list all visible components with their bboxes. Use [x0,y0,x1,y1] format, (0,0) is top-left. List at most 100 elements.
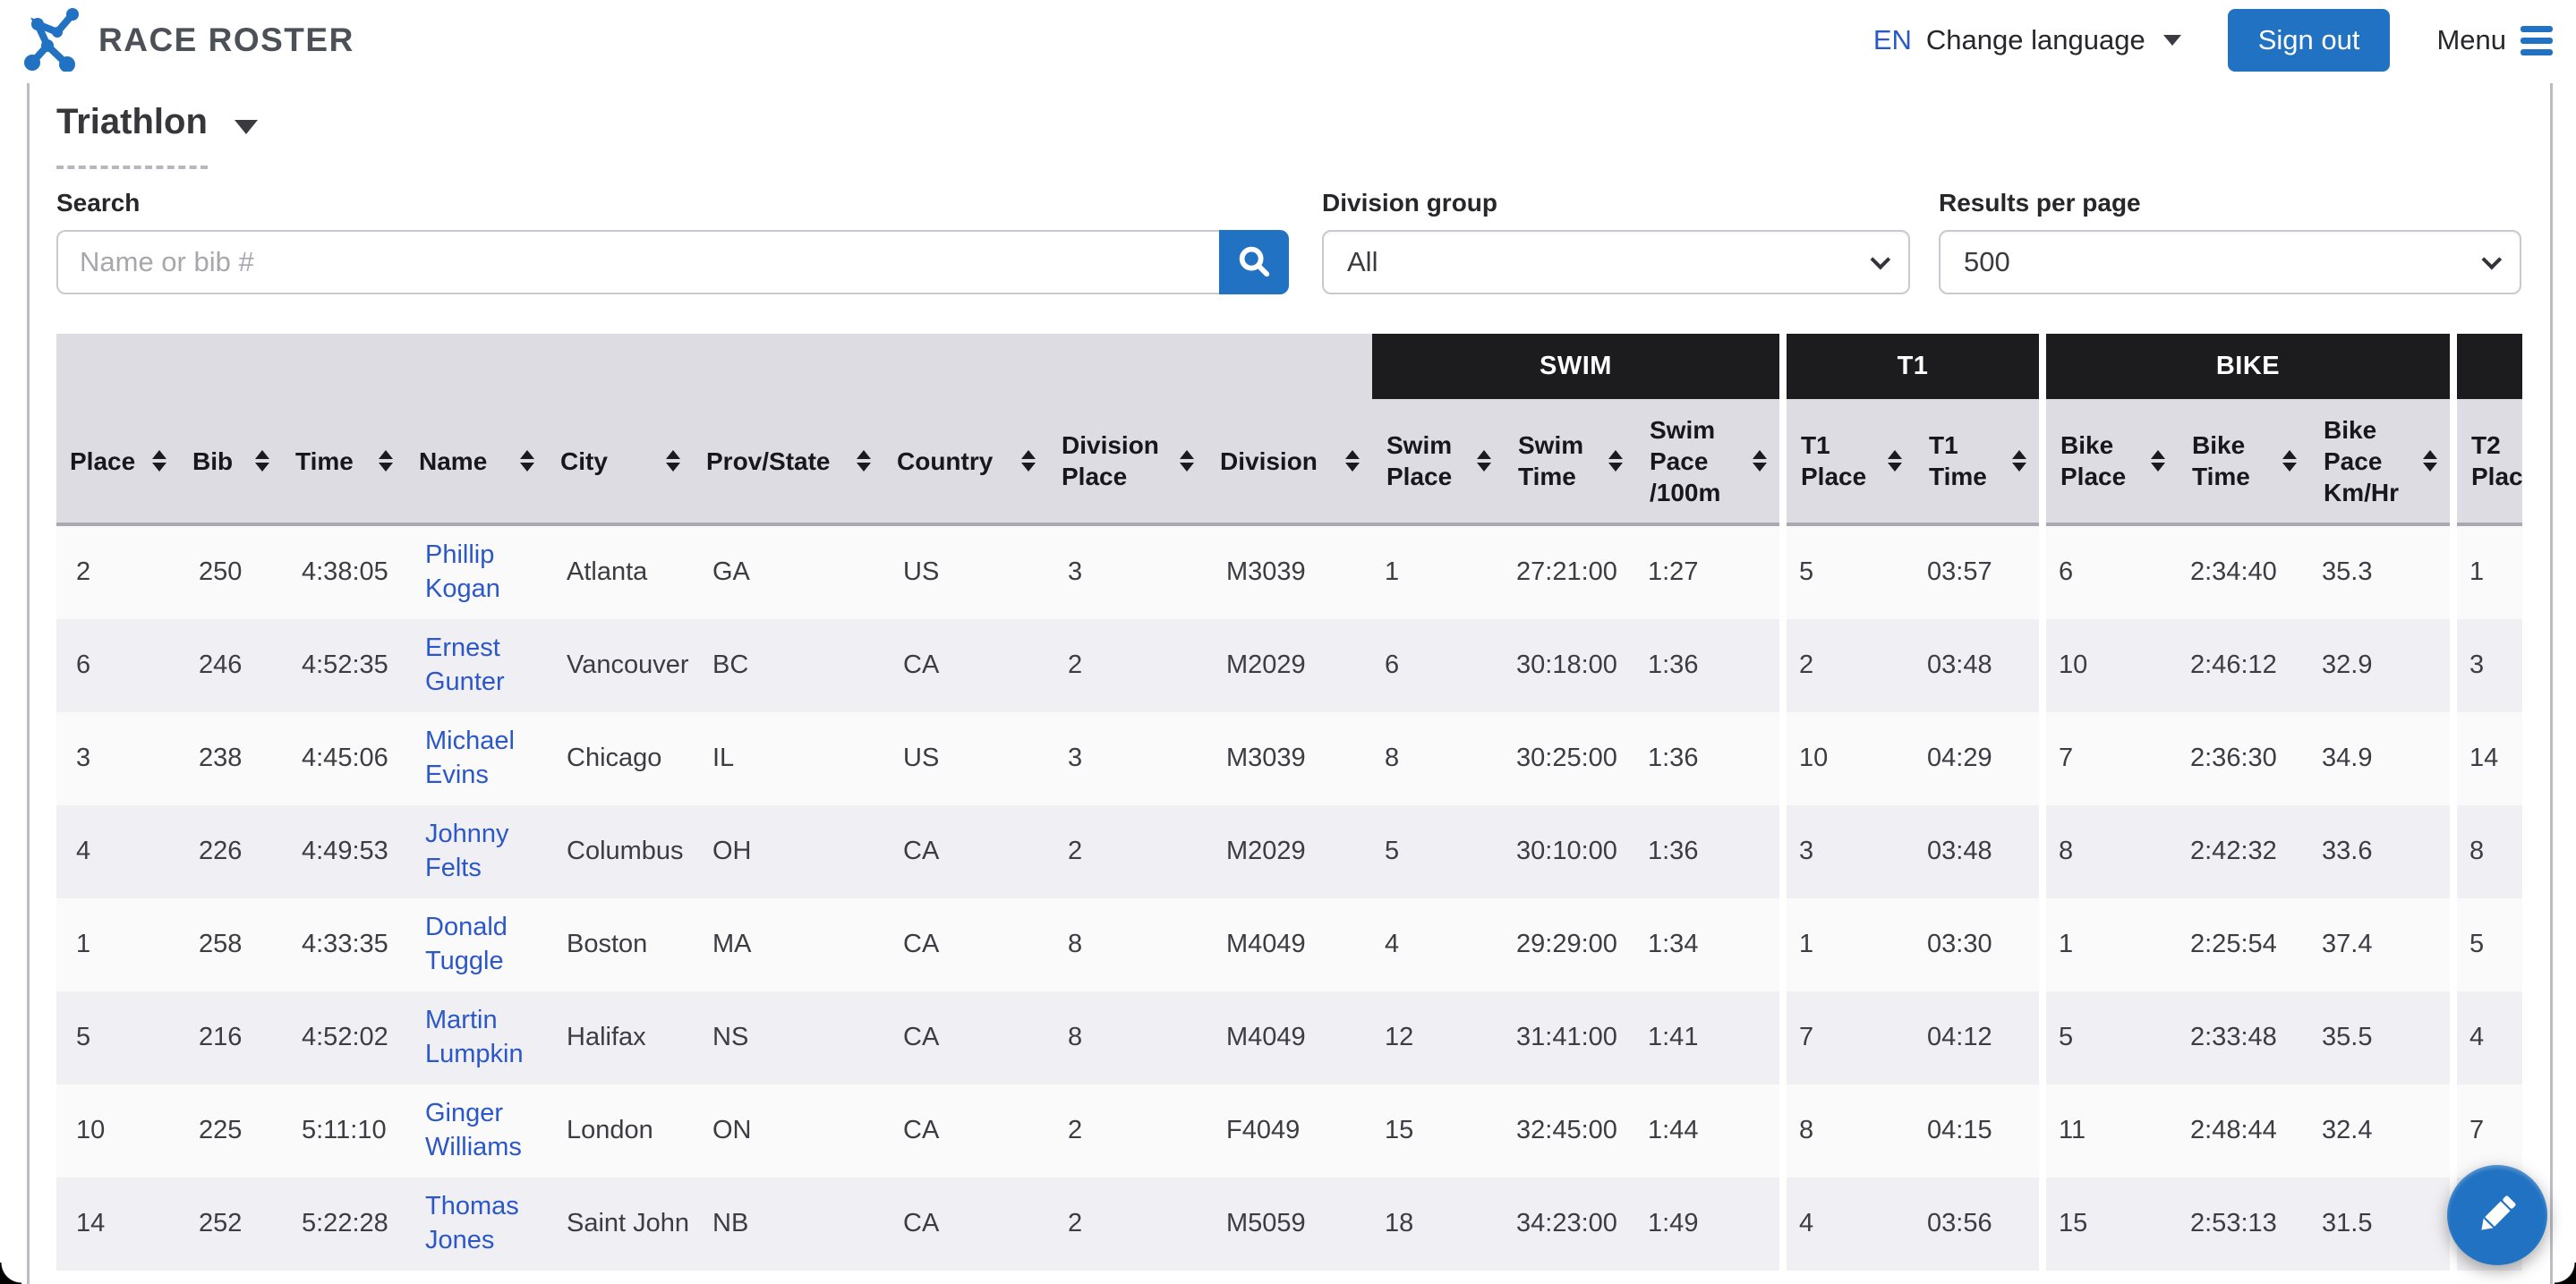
sort-icon [379,450,393,472]
table-row: 203:48 [1787,619,2039,712]
column-header-t1-time[interactable]: T1 Time [1915,399,2039,523]
cell-city: Halifax [547,991,693,1084]
column-header-bike-time[interactable]: Bike Time [2178,399,2309,523]
results-per-page-label: Results per page [1939,189,2521,217]
cell-bike-time: 2:36:30 [2178,712,2309,805]
cell-prov-state: NB [693,1178,883,1271]
cell-time: 5:22:28 [282,1178,405,1271]
column-header-country[interactable]: Country [883,399,1048,523]
cell-bike-time: 2:53:13 [2178,1178,2309,1271]
header-row-overall: Place Bib Time Name City Prov/State Coun… [56,399,1372,526]
column-header-division[interactable]: Division [1207,399,1372,523]
sign-out-button[interactable]: Sign out [2228,9,2391,72]
athlete-link[interactable]: Johnny Felts [425,818,547,885]
column-header-time[interactable]: Time [282,399,405,523]
cell-t1-time: 03:56 [1915,1178,2039,1271]
cell-time: 4:33:35 [282,898,405,991]
window-corner [2555,1263,2576,1284]
cell-swim-place: 18 [1372,1178,1504,1271]
cell-bike-place: 5 [2046,991,2178,1084]
column-header-t2-place[interactable]: T2 Place [2457,399,2522,523]
column-header-swim-time[interactable]: Swim Time [1504,399,1635,523]
athlete-link[interactable]: Martin Lumpkin [425,1004,547,1071]
athlete-link[interactable]: Thomas Jones [425,1190,547,1257]
cell-t1-place: 2 [1787,619,1915,712]
sort-icon [1753,450,1767,472]
athlete-link[interactable]: Michael Evins [425,725,547,792]
menu-label: Menu [2436,24,2506,56]
column-header-swim-pace[interactable]: Swim Pace /100m [1635,399,1779,523]
cell-swim-pace: 1:36 [1635,805,1779,898]
sort-icon [1180,450,1194,472]
column-header-swim-place[interactable]: Swim Place [1372,399,1504,523]
cell-bike-place: 6 [2046,526,2178,619]
event-selector-dropdown[interactable]: Triathlon [56,102,258,169]
cell-country: CA [883,898,1048,991]
cell-swim-time: 30:25:00 [1504,712,1635,805]
column-header-bike-place[interactable]: Bike Place [2046,399,2178,523]
cell-division: F4049 [1207,1084,1372,1178]
brand-name: RACE ROSTER [98,21,354,59]
column-header-bib[interactable]: Bib [179,399,282,523]
cell-t1-time: 04:29 [1915,712,2039,805]
table-row: 62:34:4035.3 [2046,526,2450,619]
header-row-bike: Bike Place Bike Time Bike Pace Km/Hr [2046,399,2450,526]
edit-results-button[interactable] [2447,1165,2547,1265]
cell-bike-place: 1 [2046,898,2178,991]
athlete-link[interactable]: Ernest Gunter [425,632,547,699]
race-roster-logo[interactable]: RACE ROSTER [23,5,354,76]
event-selector-value: Triathlon [56,102,208,169]
results-per-page-select[interactable]: 500 [1939,230,2521,294]
sort-icon [520,450,534,472]
language-code: EN [1873,24,1912,56]
table-row: 630:18:001:36 [1372,619,1779,712]
column-header-division-place[interactable]: Division Place [1048,399,1207,523]
cell-bike-place: 8 [2046,805,2178,898]
cell-t1-place: 8 [1787,1084,1915,1178]
division-group-select[interactable]: All [1322,230,1910,294]
table-row: 12:25:5437.4 [2046,898,2450,991]
cell-bib: 226 [179,805,282,898]
table-row: 52:33:4835.5 [2046,991,2450,1084]
cell-swim-place: 1 [1372,526,1504,619]
column-header-bike-pace[interactable]: Bike Pace Km/Hr [2309,399,2450,523]
column-header-place[interactable]: Place [56,399,179,523]
cell-division-place: 2 [1048,805,1207,898]
cell-swim-pace: 1:41 [1635,991,1779,1084]
menu-button[interactable]: Menu [2436,24,2553,56]
cell-bike-place: 10 [2046,619,2178,712]
rows-bike: 62:34:4035.3102:46:1232.972:36:3034.982:… [2046,526,2450,1271]
column-header-city[interactable]: City [547,399,693,523]
pencil-icon [2474,1191,2521,1240]
cell-country: CA [883,805,1048,898]
cell-prov-state: OH [693,805,883,898]
column-header-name[interactable]: Name [405,399,547,523]
table-row: 1004:29 [1787,712,2039,805]
sort-icon [1345,450,1360,472]
cell-country: CA [883,619,1048,712]
cell-time: 4:49:53 [282,805,405,898]
athlete-link[interactable]: Ginger Williams [425,1097,547,1164]
cell-bike-time: 2:34:40 [2178,526,2309,619]
search-input[interactable] [56,230,1219,294]
search-button[interactable] [1219,230,1289,294]
results-table-viewport: Place Bib Time Name City Prov/State Coun… [56,334,2522,1271]
filters-row: Search Division group All [56,189,2576,294]
table-row: 42264:49:53Johnny FeltsColumbusOHCA2M202… [56,805,1372,898]
section-t1: T1 T1 Place T1 Time 503:57203:481004:293… [1787,334,2039,1271]
cell-bike-pace: 31.5 [2309,1178,2450,1271]
rows-swim: 127:21:001:27630:18:001:36830:25:001:365… [1372,526,1779,1271]
sort-icon [1477,450,1491,472]
column-header-t1-place[interactable]: T1 Place [1787,399,1915,523]
results-page: Triathlon Search Division group [0,81,2576,1271]
cell-division-place: 3 [1048,712,1207,805]
change-language-dropdown[interactable]: EN Change language [1873,24,2181,56]
cell-city: Vancouver [547,619,693,712]
column-header-prov-state[interactable]: Prov/State [693,399,883,523]
table-row: 3 [2457,619,2522,712]
athlete-link[interactable]: Donald Tuggle [425,911,547,978]
cell-time: 4:38:05 [282,526,405,619]
cell-t2-place: 7 [2457,1084,2522,1178]
cell-division-place: 2 [1048,1178,1207,1271]
athlete-link[interactable]: Phillip Kogan [425,539,547,606]
